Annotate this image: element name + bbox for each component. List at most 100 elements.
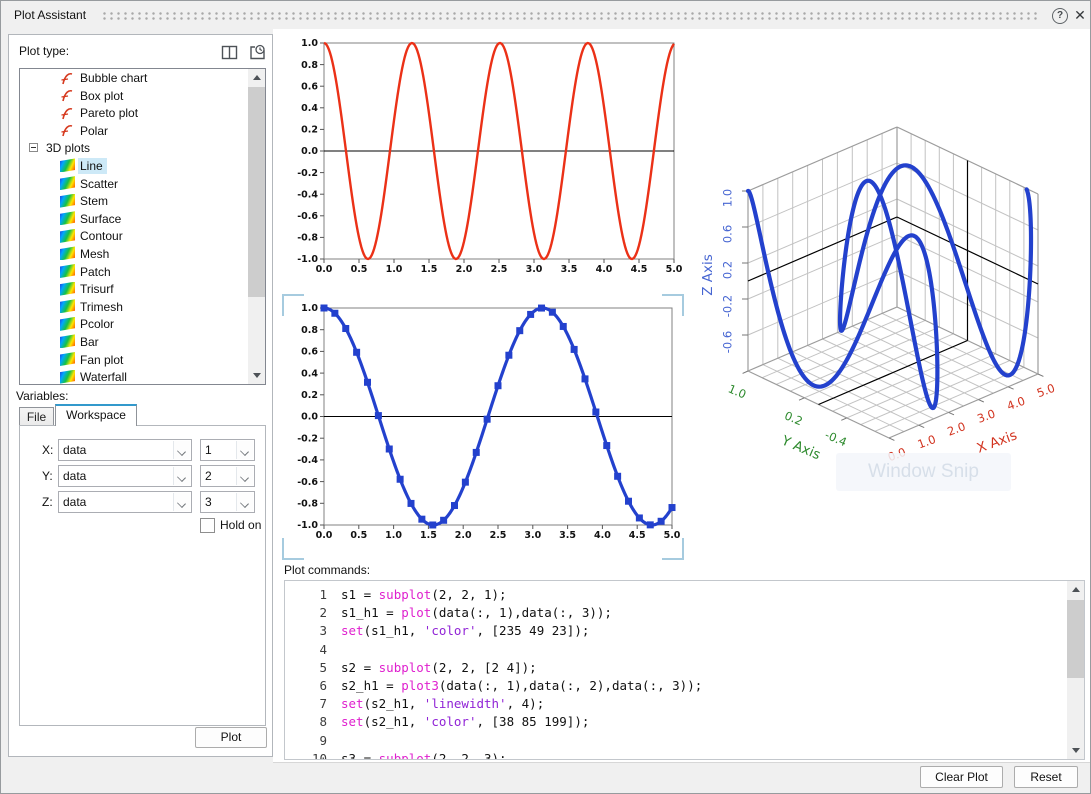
plot3d-icon (60, 246, 75, 260)
tree-item-pcolor[interactable]: Pcolor (20, 315, 265, 333)
svg-text:4.0: 4.0 (1005, 394, 1027, 413)
tree-item-waterfall[interactable]: Waterfall (20, 368, 265, 385)
svg-text:1.0: 1.0 (721, 189, 735, 207)
tree-item-polar[interactable]: Polar (20, 122, 265, 140)
tree-item-3d-plots[interactable]: 3D plots (20, 139, 265, 157)
x-variable-row: X: data 1 (20, 439, 265, 461)
tree-item-stem[interactable]: Stem (20, 192, 265, 210)
svg-text:1.0: 1.0 (385, 530, 402, 541)
svg-text:0.2: 0.2 (301, 390, 318, 401)
code-scrollbar[interactable] (1067, 581, 1084, 759)
clear-plot-button[interactable]: Clear Plot (920, 766, 1003, 788)
history-icon[interactable] (247, 42, 269, 64)
svg-text:-0.8: -0.8 (297, 233, 318, 244)
subplot2_4-svg[interactable]: 1.00.60.2-0.2-0.61.00.2-0.40.01.02.03.04… (691, 101, 1091, 501)
y-column-combo[interactable]: 2 (200, 465, 255, 487)
x-data-combo[interactable]: data (58, 439, 192, 461)
tree-scrollbar-thumb[interactable] (248, 87, 265, 297)
tree-item-label: Pcolor (78, 316, 118, 332)
code-scrollbar-thumb[interactable] (1067, 600, 1084, 678)
chevron-down-icon[interactable] (236, 467, 253, 485)
tree-item-box-plot[interactable]: Box plot (20, 87, 265, 105)
subplot1-svg[interactable]: 1.00.80.60.40.20.0-0.2-0.4-0.6-0.8-1.00.… (284, 34, 689, 274)
tree-item-label: Bubble chart (78, 70, 151, 86)
svg-text:0.5: 0.5 (351, 264, 368, 274)
code-line: 8set(s2_h1, 'color', [38 85 199]); (285, 713, 1066, 731)
tree-item-trisurf[interactable]: Trisurf (20, 280, 265, 298)
svg-text:0.8: 0.8 (301, 325, 318, 336)
svg-text:-0.8: -0.8 (297, 499, 318, 510)
svg-text:-0.6: -0.6 (297, 477, 318, 488)
svg-text:2.0: 2.0 (455, 530, 472, 541)
titlebar[interactable]: Plot Assistant ? ✕ (1, 1, 1090, 29)
reset-button[interactable]: Reset (1014, 766, 1078, 788)
dock-layout-icon[interactable] (219, 42, 241, 64)
tree-item-label: Line (78, 158, 107, 174)
code-editor[interactable]: 1s1 = subplot(2, 2, 1);2s1_h1 = plot(dat… (284, 580, 1085, 760)
tree-item-fan-plot[interactable]: Fan plot (20, 351, 265, 369)
chevron-down-icon[interactable] (236, 493, 253, 511)
tree-item-trimesh[interactable]: Trimesh (20, 298, 265, 316)
svg-text:2.0: 2.0 (456, 264, 473, 274)
tree-item-patch[interactable]: Patch (20, 263, 265, 281)
z-data-combo[interactable]: data (58, 491, 192, 513)
chevron-down-icon[interactable] (236, 441, 253, 459)
svg-text:-0.6: -0.6 (297, 211, 318, 222)
drag-handle-dots[interactable] (101, 11, 1039, 20)
tree-item-line[interactable]: Line (20, 157, 265, 175)
chevron-down-icon[interactable] (173, 467, 190, 485)
chevron-down-icon[interactable] (173, 441, 190, 459)
svg-text:0.2: 0.2 (301, 125, 318, 136)
tab-workspace[interactable]: Workspace (55, 404, 137, 426)
tree-item-scatter[interactable]: Scatter (20, 175, 265, 193)
z-variable-row: Z: data 3 (20, 491, 265, 513)
scroll-down-icon[interactable] (248, 367, 265, 384)
subplot3-svg[interactable]: 1.00.80.60.40.20.0-0.2-0.4-0.6-0.8-1.00.… (284, 293, 689, 561)
code-line: 2s1_h1 = plot(data(:, 1),data(:, 3)); (285, 604, 1066, 622)
line-3d-subplot[interactable]: 1.00.60.2-0.2-0.61.00.2-0.40.01.02.03.04… (691, 101, 1091, 501)
tree-item-contour[interactable]: Contour (20, 227, 265, 245)
tab-file[interactable]: File (19, 407, 54, 426)
scroll-down-icon[interactable] (1067, 742, 1084, 759)
tree-item-pareto-plot[interactable]: Pareto plot (20, 104, 265, 122)
tree-item-bubble-chart[interactable]: Bubble chart (20, 69, 265, 87)
selection-bracket-bl (282, 538, 304, 560)
z-column-combo[interactable]: 3 (200, 491, 255, 513)
tree-scrollbar[interactable] (248, 69, 265, 384)
blue-line-subplot[interactable]: 1.00.80.60.40.20.0-0.2-0.4-0.6-0.8-1.00.… (284, 293, 689, 561)
svg-text:4.5: 4.5 (631, 264, 648, 274)
svg-text:1.5: 1.5 (421, 264, 438, 274)
scroll-up-icon[interactable] (1067, 581, 1084, 598)
tree-item-label: Trimesh (78, 299, 127, 315)
left-panel: Plot type: Bubble chartBox plotPareto pl… (8, 34, 273, 757)
plot2d-icon (60, 88, 75, 102)
hold-on-checkbox[interactable] (200, 518, 215, 533)
z-label: Z: (42, 495, 53, 509)
variables-panel: X: data 1 Y: data 2 Z: data 3 Hold on (19, 425, 266, 726)
x-column-combo[interactable]: 1 (200, 439, 255, 461)
svg-text:2.0: 2.0 (945, 419, 967, 438)
tree-item-bar[interactable]: Bar (20, 333, 265, 351)
svg-text:-0.2: -0.2 (721, 295, 735, 317)
close-icon[interactable]: ✕ (1071, 6, 1089, 24)
svg-text:Y Axis: Y Axis (778, 432, 822, 463)
plot-assistant-dialog: Plot Assistant ? ✕ Plot type: Bubble cha… (0, 0, 1091, 794)
tree-item-mesh[interactable]: Mesh (20, 245, 265, 263)
svg-text:0.6: 0.6 (721, 225, 735, 243)
help-icon[interactable]: ? (1052, 8, 1068, 24)
tree-item-surface[interactable]: Surface (20, 210, 265, 228)
plot-type-tree[interactable]: Bubble chartBox plotPareto plotPolar3D p… (19, 68, 266, 385)
svg-text:0.0: 0.0 (301, 146, 318, 157)
plot-button[interactable]: Plot (195, 727, 267, 748)
tree-item-label: Mesh (78, 246, 113, 262)
plot3d-icon (60, 370, 75, 384)
svg-text:3.0: 3.0 (524, 530, 541, 541)
svg-text:3.5: 3.5 (559, 530, 576, 541)
y-data-combo[interactable]: data (58, 465, 192, 487)
red-line-subplot[interactable]: 1.00.80.60.40.20.0-0.2-0.4-0.6-0.8-1.00.… (284, 34, 689, 274)
svg-text:2.5: 2.5 (490, 530, 507, 541)
collapse-icon[interactable] (29, 143, 38, 152)
chevron-down-icon[interactable] (173, 493, 190, 511)
tree-item-label: Waterfall (78, 369, 131, 385)
scroll-up-icon[interactable] (248, 69, 265, 86)
